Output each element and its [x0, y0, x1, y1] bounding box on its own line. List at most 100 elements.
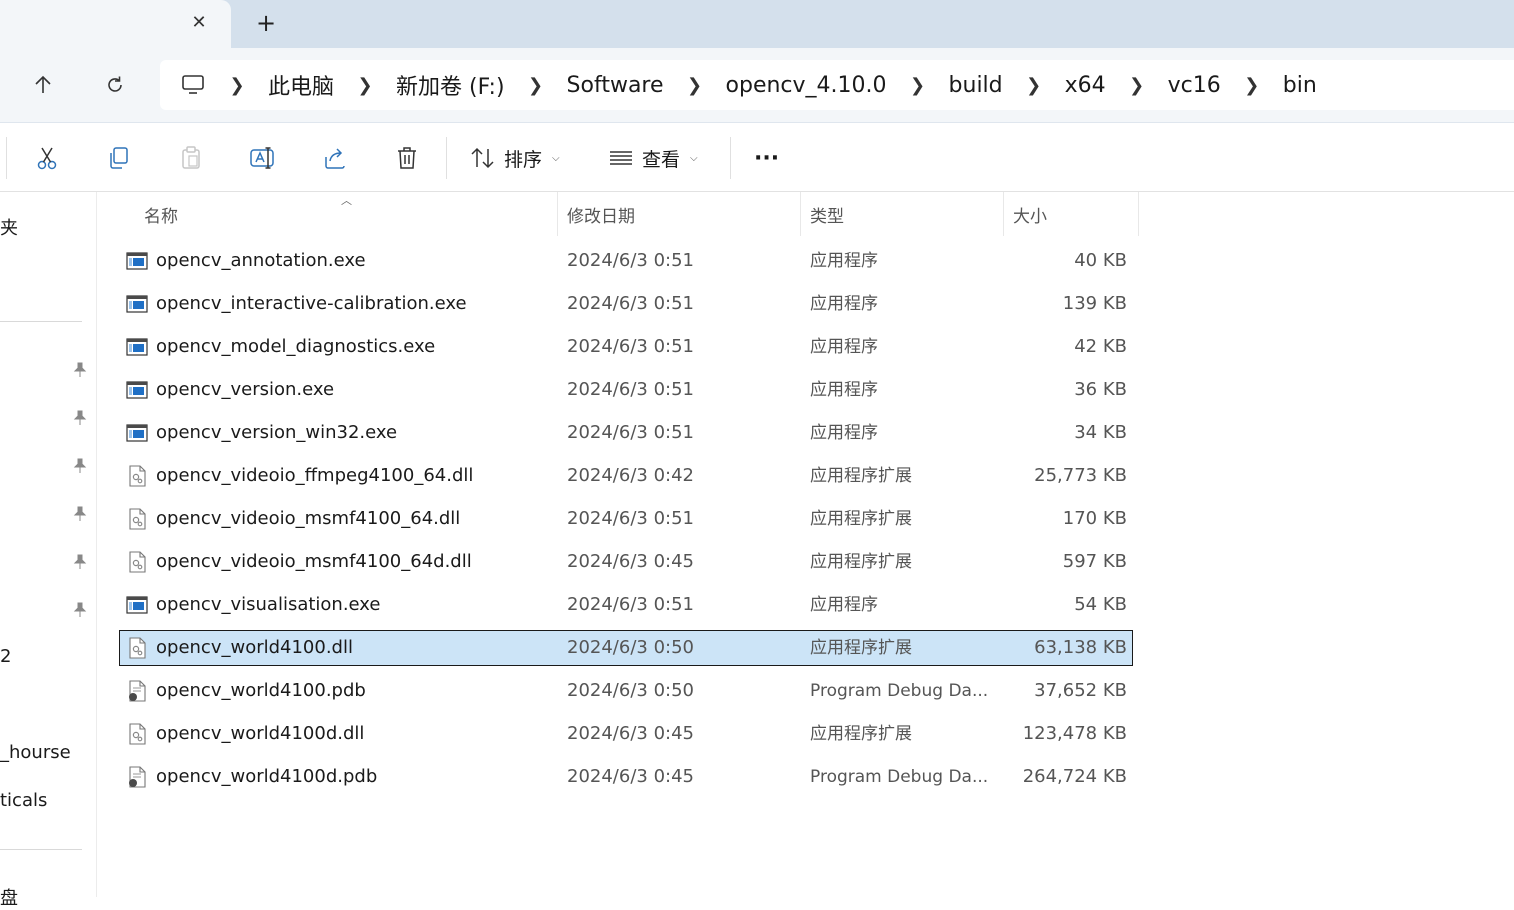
more-options-button[interactable]: ···	[754, 143, 779, 173]
navigation-bar: ❯ 此电脑 ❯ 新加卷 (F:) ❯ Software ❯ opencv_4.1…	[0, 48, 1514, 123]
computer-icon[interactable]	[180, 73, 206, 97]
up-arrow-icon[interactable]	[28, 70, 58, 100]
file-type: 应用程序	[810, 337, 878, 357]
copy-icon[interactable]	[102, 141, 136, 175]
share-icon[interactable]	[318, 141, 352, 175]
file-date: 2024/6/3 0:51	[567, 508, 694, 529]
chevron-right-icon[interactable]: ❯	[907, 75, 929, 96]
file-row[interactable]: opencv_world4100d.pdb 2024/6/3 0:45 Progra…	[120, 760, 1132, 794]
nav-item-label[interactable]: _hourse	[0, 742, 71, 763]
pin-icon[interactable]	[72, 554, 88, 570]
divider	[0, 321, 82, 322]
refresh-icon[interactable]	[100, 70, 130, 100]
file-size: 54 KB	[1074, 594, 1127, 615]
active-tab[interactable]: ✕	[0, 0, 231, 48]
sort-button[interactable]: 排序 ⌵	[470, 143, 560, 173]
column-header-name[interactable]: 名称	[144, 192, 178, 236]
file-date: 2024/6/3 0:45	[567, 723, 694, 744]
file-type: 应用程序	[810, 294, 878, 314]
file-row[interactable]: opencv_model_diagnostics.exe 2024/6/3 0:5…	[120, 330, 1132, 364]
nav-item-label[interactable]: 夹	[0, 214, 18, 240]
file-type: Program Debug Da...	[810, 767, 989, 787]
file-name: opencv_visualisation.exe	[156, 594, 381, 615]
file-row[interactable]: opencv_videoio_msmf4100_64.dll 2024/6/3 0…	[120, 502, 1132, 536]
column-header-size[interactable]: 大小	[1013, 192, 1047, 236]
breadcrumb-bin[interactable]: bin	[1283, 73, 1317, 98]
rename-icon[interactable]	[246, 141, 280, 175]
column-divider[interactable]	[800, 192, 801, 236]
pin-icon[interactable]	[72, 602, 88, 618]
file-date: 2024/6/3 0:50	[567, 637, 694, 658]
sort-ascending-icon: ︿	[341, 194, 352, 207]
file-row[interactable]: opencv_videoio_ffmpeg4100_64.dll 2024/6/3…	[120, 459, 1132, 493]
breadcrumb-vc16[interactable]: vc16	[1168, 73, 1221, 98]
breadcrumb-software[interactable]: Software	[567, 73, 664, 98]
nav-item-label[interactable]: ticals	[0, 790, 47, 811]
column-name-label: 名称	[144, 206, 178, 227]
file-row[interactable]: opencv_version.exe 2024/6/3 0:51 应用程序 36 KB	[120, 373, 1132, 407]
breadcrumb-this-pc[interactable]: 此电脑	[268, 69, 334, 101]
file-size: 36 KB	[1074, 379, 1127, 400]
pin-icon[interactable]	[72, 506, 88, 522]
breadcrumb-build[interactable]: build	[949, 73, 1003, 98]
file-type: 应用程序扩展	[810, 552, 912, 572]
new-tab-icon[interactable]: +	[254, 11, 278, 36]
file-row[interactable]: opencv_world4100.dll 2024/6/3 0:50 应用程序扩展 6…	[119, 630, 1133, 666]
address-bar[interactable]: ❯ 此电脑 ❯ 新加卷 (F:) ❯ Software ❯ opencv_4.1…	[160, 60, 1514, 110]
divider	[730, 137, 731, 179]
cut-icon[interactable]	[30, 141, 64, 175]
chevron-down-icon: ⌵	[690, 152, 698, 164]
pin-icon[interactable]	[72, 362, 88, 378]
file-date: 2024/6/3 0:51	[567, 594, 694, 615]
pin-icon[interactable]	[72, 410, 88, 426]
close-tab-icon[interactable]: ✕	[188, 12, 210, 34]
file-type: 应用程序	[810, 251, 878, 271]
more-icon: ···	[754, 145, 780, 171]
pin-icon[interactable]	[72, 458, 88, 474]
file-row[interactable]: opencv_videoio_msmf4100_64d.dll 2024/6/3 …	[120, 545, 1132, 579]
file-row[interactable]: opencv_version_win32.exe 2024/6/3 0:51 应用程…	[120, 416, 1132, 450]
delete-icon[interactable]	[390, 141, 424, 175]
file-type: 应用程序扩展	[810, 509, 912, 529]
file-row[interactable]: opencv_interactive-calibration.exe 2024/6…	[120, 287, 1132, 321]
column-divider[interactable]	[1003, 192, 1004, 236]
file-row[interactable]: opencv_annotation.exe 2024/6/3 0:51 应用程序 40…	[120, 244, 1132, 278]
view-button[interactable]: 查看 ⌵	[608, 143, 698, 173]
sort-icon	[471, 147, 494, 169]
chevron-right-icon[interactable]: ❯	[1241, 75, 1263, 96]
file-date: 2024/6/3 0:51	[567, 250, 694, 271]
column-divider[interactable]	[1138, 192, 1139, 236]
file-size: 63,138 KB	[1034, 637, 1127, 658]
file-name: opencv_videoio_msmf4100_64.dll	[156, 508, 461, 529]
file-name: opencv_world4100d.dll	[156, 723, 365, 744]
file-size: 34 KB	[1074, 422, 1127, 443]
breadcrumb-x64[interactable]: x64	[1065, 73, 1106, 98]
file-row[interactable]: opencv_visualisation.exe 2024/6/3 0:51 应用程…	[120, 588, 1132, 622]
chevron-right-icon[interactable]: ❯	[1023, 75, 1045, 96]
nav-item-label[interactable]: 盘	[0, 884, 18, 910]
file-type: 应用程序	[810, 380, 878, 400]
file-type: 应用程序扩展	[810, 638, 912, 658]
file-row[interactable]: opencv_world4100d.dll 2024/6/3 0:45 应用程序扩展…	[120, 717, 1132, 751]
file-row[interactable]: opencv_world4100.pdb 2024/6/3 0:50 Program…	[120, 674, 1132, 708]
breadcrumb-drive[interactable]: 新加卷 (F:)	[396, 69, 505, 101]
chevron-right-icon[interactable]: ❯	[684, 75, 706, 96]
file-date: 2024/6/3 0:45	[567, 551, 694, 572]
file-date: 2024/6/3 0:50	[567, 680, 694, 701]
file-type: 应用程序扩展	[810, 466, 912, 486]
tab-bar: ✕ +	[0, 0, 1514, 48]
column-header-date[interactable]: 修改日期	[567, 192, 635, 236]
chevron-right-icon[interactable]: ❯	[354, 75, 376, 96]
file-type: 应用程序	[810, 423, 878, 443]
navigation-pane: 夹 2 _hourse ticals 盘	[0, 192, 97, 909]
chevron-right-icon[interactable]: ❯	[226, 75, 248, 96]
file-name: opencv_model_diagnostics.exe	[156, 336, 436, 357]
nav-item-label[interactable]: 2	[0, 646, 11, 667]
file-type: Program Debug Da...	[810, 681, 989, 701]
chevron-right-icon[interactable]: ❯	[1126, 75, 1148, 96]
command-toolbar: 排序 ⌵ 查看 ⌵ ···	[0, 123, 1514, 192]
chevron-right-icon[interactable]: ❯	[525, 75, 547, 96]
column-divider[interactable]	[557, 192, 558, 236]
column-header-type[interactable]: 类型	[810, 192, 844, 236]
breadcrumb-opencv[interactable]: opencv_4.10.0	[726, 73, 887, 98]
